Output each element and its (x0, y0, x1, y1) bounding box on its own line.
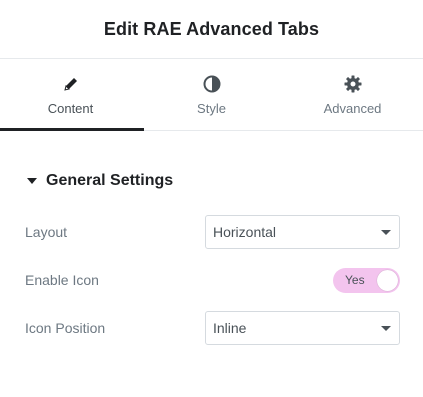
tab-style-label: Style (197, 101, 226, 116)
chevron-down-icon (381, 325, 391, 331)
layout-select-value: Horizontal (213, 224, 277, 240)
control-row-layout: Layout Horizontal (25, 215, 400, 249)
icon-position-select[interactable]: Inline (205, 311, 400, 345)
toggle-state-label: Yes (345, 273, 365, 287)
pencil-icon (61, 74, 81, 94)
icon-position-select-value: Inline (213, 320, 247, 336)
panel-title: Edit RAE Advanced Tabs (103, 18, 320, 39)
toggle-knob (377, 269, 398, 291)
layout-label: Layout (25, 224, 68, 240)
layout-select[interactable]: Horizontal (205, 215, 400, 249)
icon-position-label: Icon Position (25, 320, 106, 336)
tab-content[interactable]: Content (0, 59, 144, 131)
section-header-general-settings[interactable]: General Settings (25, 171, 400, 191)
enable-icon-label: Enable Icon (25, 272, 99, 288)
tab-advanced-label: Advanced (323, 101, 382, 116)
gear-icon (343, 74, 363, 94)
chevron-down-icon (381, 229, 391, 235)
tab-style[interactable]: Style (141, 59, 282, 130)
tab-content-label: Content (47, 101, 94, 116)
control-row-icon-position: Icon Position Inline (25, 311, 400, 345)
caret-down-icon (27, 178, 37, 184)
half-circle-icon (202, 74, 222, 94)
control-row-enable-icon: Enable Icon Yes (25, 263, 400, 297)
panel-header: Edit RAE Advanced Tabs (0, 0, 423, 59)
tab-advanced[interactable]: Advanced (282, 59, 423, 130)
tab-bar: Content Style Advanced (0, 59, 423, 131)
enable-icon-toggle[interactable]: Yes (333, 267, 400, 293)
section-title: General Settings (46, 172, 174, 189)
panel-content: General Settings Layout Horizontal Enabl… (0, 171, 423, 345)
